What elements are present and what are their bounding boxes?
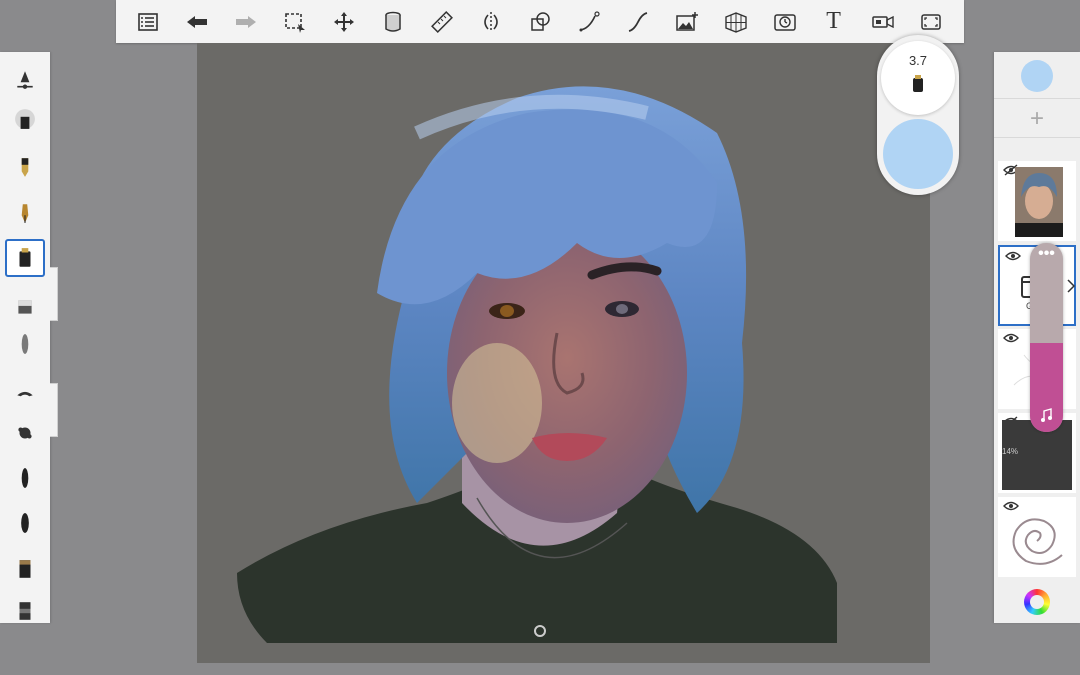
selection-icon bbox=[285, 12, 306, 33]
brush-ink-pen[interactable] bbox=[5, 194, 45, 232]
fill-bucket-icon bbox=[385, 11, 401, 32]
layer-photo-reference[interactable] bbox=[998, 161, 1076, 241]
brush-settings-icon bbox=[17, 71, 33, 89]
undo-icon bbox=[187, 15, 208, 28]
layer-thumbnail-photo bbox=[1015, 167, 1063, 237]
text-button[interactable]: T bbox=[809, 0, 858, 43]
layer-opacity-label: 14% bbox=[1002, 447, 1019, 456]
chevron-right-icon[interactable] bbox=[1066, 279, 1076, 293]
gallery-list-button[interactable] bbox=[124, 0, 173, 43]
brush-paint-tube-2[interactable] bbox=[5, 592, 45, 630]
soft-brush-icon bbox=[21, 334, 29, 354]
stroke-button[interactable] bbox=[564, 0, 613, 43]
time-lapse-icon bbox=[773, 13, 796, 31]
brush-smudge[interactable] bbox=[5, 374, 45, 412]
portrait-artwork bbox=[237, 86, 837, 643]
brush-marker[interactable] bbox=[5, 239, 45, 277]
transform-icon bbox=[334, 11, 355, 32]
brush-soft-brush[interactable] bbox=[5, 325, 45, 363]
fullscreen-icon bbox=[921, 13, 942, 30]
color-swatch[interactable] bbox=[1021, 60, 1053, 92]
color-swatch-cell bbox=[994, 52, 1080, 99]
hard-brush-icon bbox=[21, 468, 29, 488]
import-image-icon bbox=[676, 11, 698, 31]
redo-icon bbox=[236, 15, 257, 28]
top-toolbar: T bbox=[116, 0, 964, 43]
brush-tray-tab-upper[interactable] bbox=[50, 267, 58, 321]
curve-button[interactable] bbox=[613, 0, 662, 43]
symmetry-button[interactable] bbox=[467, 0, 516, 43]
brush-pencil[interactable] bbox=[5, 148, 45, 186]
text-icon: T bbox=[826, 8, 841, 34]
ruler-button[interactable] bbox=[418, 0, 467, 43]
ink-pen-icon bbox=[21, 204, 29, 223]
brush-hard-brush[interactable] bbox=[5, 459, 45, 497]
selection-button[interactable] bbox=[271, 0, 320, 43]
drawing-canvas[interactable] bbox=[197, 43, 930, 663]
record-icon bbox=[871, 15, 894, 28]
brush-airbrush[interactable] bbox=[5, 100, 45, 138]
blend-mode-icon[interactable] bbox=[1039, 408, 1055, 424]
paint-tube-2-icon bbox=[19, 602, 31, 620]
paint-tube-icon bbox=[19, 560, 31, 578]
brush-tray-tab-lower[interactable] bbox=[50, 383, 58, 437]
more-options-icon[interactable]: ••• bbox=[1030, 246, 1063, 262]
brush-flat-brush[interactable] bbox=[5, 504, 45, 542]
pencil-icon bbox=[21, 158, 29, 177]
current-color-button[interactable] bbox=[883, 119, 953, 189]
gallery-list-icon bbox=[138, 12, 159, 31]
brush-eraser[interactable] bbox=[5, 288, 45, 326]
curve-icon bbox=[628, 11, 648, 32]
stroke-icon bbox=[579, 10, 600, 31]
color-wheel-icon[interactable] bbox=[1024, 589, 1050, 615]
brush-size-control[interactable]: 3.7 bbox=[881, 41, 955, 115]
layer-swirl[interactable] bbox=[998, 497, 1076, 577]
flat-brush-icon bbox=[21, 513, 29, 533]
symmetry-icon bbox=[484, 11, 498, 32]
texture-brush-icon bbox=[18, 427, 32, 439]
eraser-icon bbox=[18, 300, 32, 314]
visibility-icon[interactable] bbox=[1005, 250, 1021, 262]
layer-thumbnail-swirl bbox=[1012, 518, 1063, 565]
undo-button[interactable] bbox=[173, 0, 222, 43]
brush-size-value: 3.7 bbox=[908, 53, 928, 68]
time-lapse-button[interactable] bbox=[760, 0, 809, 43]
add-layer-button[interactable]: + bbox=[994, 100, 1080, 138]
brush-preview-icon bbox=[913, 75, 923, 92]
marker-icon bbox=[19, 248, 31, 267]
shapes-button[interactable] bbox=[516, 0, 565, 43]
redo-button[interactable] bbox=[222, 0, 271, 43]
perspective-button[interactable] bbox=[711, 0, 760, 43]
perspective-grid-icon bbox=[725, 11, 747, 33]
airbrush-icon bbox=[15, 109, 35, 129]
brush-paint-tube[interactable] bbox=[5, 550, 45, 588]
layer-opacity-slider[interactable]: ••• bbox=[1030, 243, 1063, 432]
fill-button[interactable] bbox=[369, 0, 418, 43]
ruler-icon bbox=[431, 10, 454, 33]
record-button[interactable] bbox=[858, 0, 907, 43]
brush-texture-brush[interactable] bbox=[5, 414, 45, 452]
brush-brush-settings[interactable] bbox=[5, 60, 45, 98]
transform-button[interactable] bbox=[320, 0, 369, 43]
visibility-icon[interactable] bbox=[1003, 332, 1019, 344]
size-opacity-puck[interactable]: 3.7 bbox=[877, 35, 959, 195]
shapes-icon bbox=[531, 11, 550, 31]
import-image-button[interactable] bbox=[662, 0, 711, 43]
brush-tray bbox=[0, 52, 50, 623]
smudge-icon bbox=[17, 391, 33, 397]
